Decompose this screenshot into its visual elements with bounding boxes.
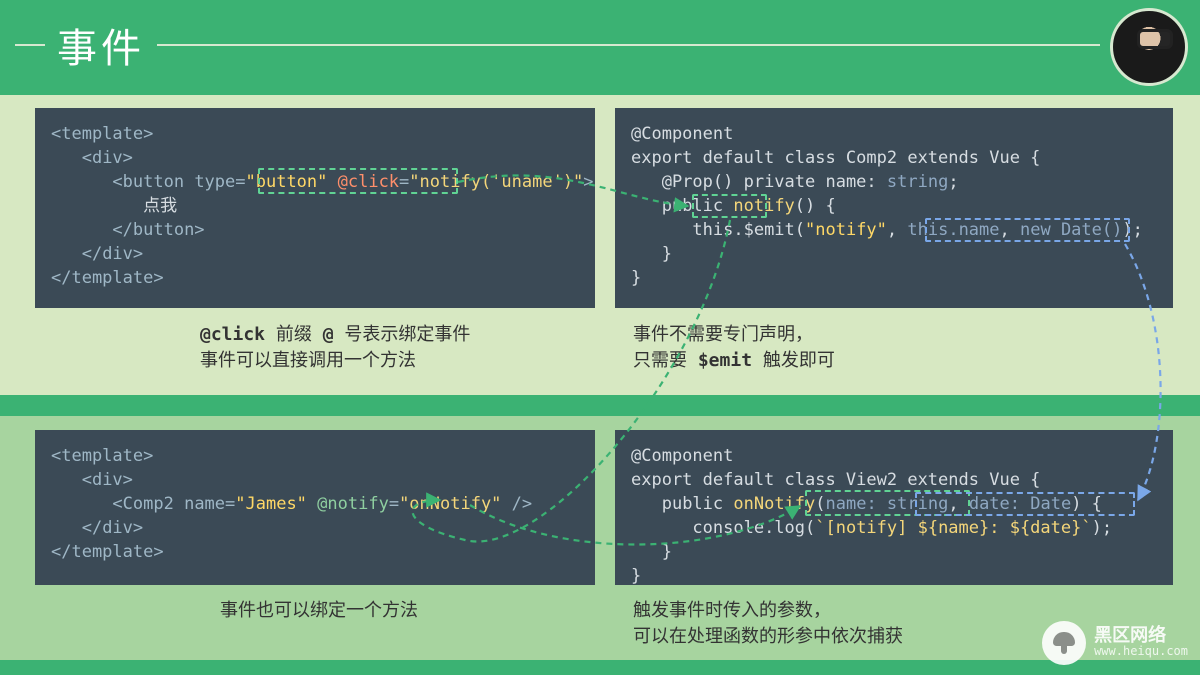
caption-top-left: @click 前缀 @ 号表示绑定事件 事件可以直接调用一个方法 — [200, 322, 470, 374]
caption-top-right: 事件不需要专门声明， 只需要 $emit 触发即可 — [633, 322, 835, 374]
watermark-url: www.heiqu.com — [1094, 643, 1188, 659]
caption-bottom-right: 触发事件时传入的参数， 可以在处理函数的形参中依次捕获 — [633, 598, 903, 650]
code-class-comp2: @Component export default class Comp2 ex… — [615, 108, 1173, 308]
code-template-comp2: <template> <div> <Comp2 name="James" @no… — [35, 430, 595, 585]
code-class-view2: @Component export default class View2 ex… — [615, 430, 1173, 585]
code-template-button: <template> <div> <button type="button" @… — [35, 108, 595, 308]
footer-bar — [0, 660, 1200, 675]
header: 事件 — [0, 0, 1200, 90]
header-rule-left — [15, 44, 45, 46]
page-title: 事件 — [45, 16, 157, 74]
caption-bottom-left: 事件也可以绑定一个方法 — [220, 598, 418, 624]
header-rule-right — [157, 44, 1100, 46]
watermark: 黑区网络 www.heiqu.com — [1042, 621, 1188, 665]
watermark-logo — [1042, 621, 1086, 665]
watermark-text: 黑区网络 — [1094, 627, 1188, 643]
presenter-avatar — [1110, 8, 1188, 86]
